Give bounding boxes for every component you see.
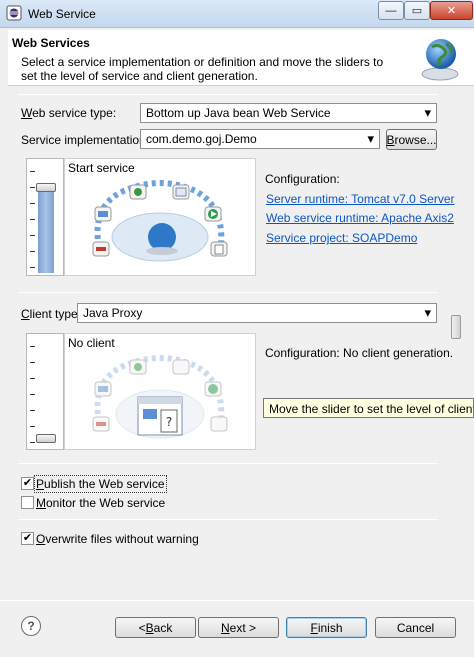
client-slider-thumb[interactable] xyxy=(36,434,56,443)
service-separator xyxy=(18,292,438,293)
minimize-button[interactable]: — xyxy=(378,1,404,20)
client-slider-tooltip: Move the slider to set the level of clie… xyxy=(263,398,474,418)
maximize-button[interactable]: ▭ xyxy=(404,1,430,20)
publish-label[interactable]: Publish the Web service xyxy=(34,475,167,493)
minimize-icon: — xyxy=(385,4,397,17)
service-level-slider[interactable] xyxy=(26,158,64,276)
header-separator xyxy=(18,94,438,95)
check-icon: ✔ xyxy=(22,477,33,489)
web-service-type-value: Bottom up Java bean Web Service xyxy=(146,106,331,120)
help-icon: ? xyxy=(27,619,35,633)
client-proxy-icon: ? xyxy=(137,396,183,436)
client-type-select[interactable]: Java Proxy ▾ xyxy=(77,303,437,323)
dropdown-arrow-icon: ▾ xyxy=(367,131,374,146)
service-lifecycle-diagram xyxy=(92,180,228,262)
web-service-runtime-link[interactable]: Web service runtime: Apache Axis2 xyxy=(266,211,454,225)
server-runtime-link[interactable]: Server runtime: Tomcat v7.0 Server xyxy=(266,192,455,206)
eclipse-app-icon xyxy=(6,5,22,21)
maximize-icon: ▭ xyxy=(411,5,423,17)
client-level-slider[interactable] xyxy=(26,333,64,450)
service-slider-thumb[interactable] xyxy=(36,183,56,192)
service-implementation-label: Service implementation: xyxy=(21,133,150,147)
client-type-value: Java Proxy xyxy=(83,306,143,320)
dropdown-arrow-icon: ▾ xyxy=(424,105,431,120)
monitor-label[interactable]: Monitor the Web service xyxy=(36,496,165,510)
svg-text:?: ? xyxy=(166,415,172,429)
next-button[interactable]: Next > xyxy=(198,617,279,638)
service-implementation-combo[interactable]: com.demo.goj.Demo ▾ xyxy=(140,129,380,149)
browse-button[interactable]: Browse... xyxy=(386,129,437,150)
publish-checkbox[interactable]: ✔ xyxy=(21,477,34,490)
page-description: Select a service implementation or defin… xyxy=(21,55,384,83)
monitor-checkbox[interactable] xyxy=(21,496,34,509)
help-button[interactable]: ? xyxy=(21,616,41,636)
client-separator xyxy=(18,463,438,464)
service-slider-fill xyxy=(38,189,54,273)
footer-separator xyxy=(0,600,474,601)
dropdown-arrow-icon: ▾ xyxy=(424,305,431,320)
overwrite-label[interactable]: Overwrite files without warning xyxy=(36,532,199,546)
client-diagram: No client ? xyxy=(64,333,256,450)
web-service-globe-icon xyxy=(421,39,459,81)
window-title: Web Service xyxy=(28,7,96,21)
client-configuration-text: Configuration: No client generation. xyxy=(265,346,454,360)
close-button[interactable]: ✕ xyxy=(430,1,473,20)
web-service-type-select[interactable]: Bottom up Java bean Web Service ▾ xyxy=(140,103,437,123)
web-service-type-label: Web service type: xyxy=(21,106,117,120)
service-configuration-title: Configuration: xyxy=(265,172,340,186)
overwrite-checkbox[interactable]: ✔ xyxy=(21,532,34,545)
finish-button[interactable]: Finish xyxy=(286,617,367,638)
scrollbar-thumb[interactable] xyxy=(451,315,461,339)
options-separator xyxy=(18,519,438,520)
wizard-header: Web Services Select a service implementa… xyxy=(8,30,474,86)
back-button[interactable]: < Back xyxy=(115,617,196,638)
close-icon: ✕ xyxy=(446,5,457,17)
check-icon: ✔ xyxy=(22,532,33,544)
client-type-label: Client type: xyxy=(21,307,82,321)
service-diagram: Start service xyxy=(64,158,256,276)
cancel-button[interactable]: Cancel xyxy=(375,617,456,638)
page-title: Web Services xyxy=(12,36,90,50)
service-project-link[interactable]: Service project: SOAPDemo xyxy=(266,231,417,245)
service-implementation-value: com.demo.goj.Demo xyxy=(146,132,257,146)
